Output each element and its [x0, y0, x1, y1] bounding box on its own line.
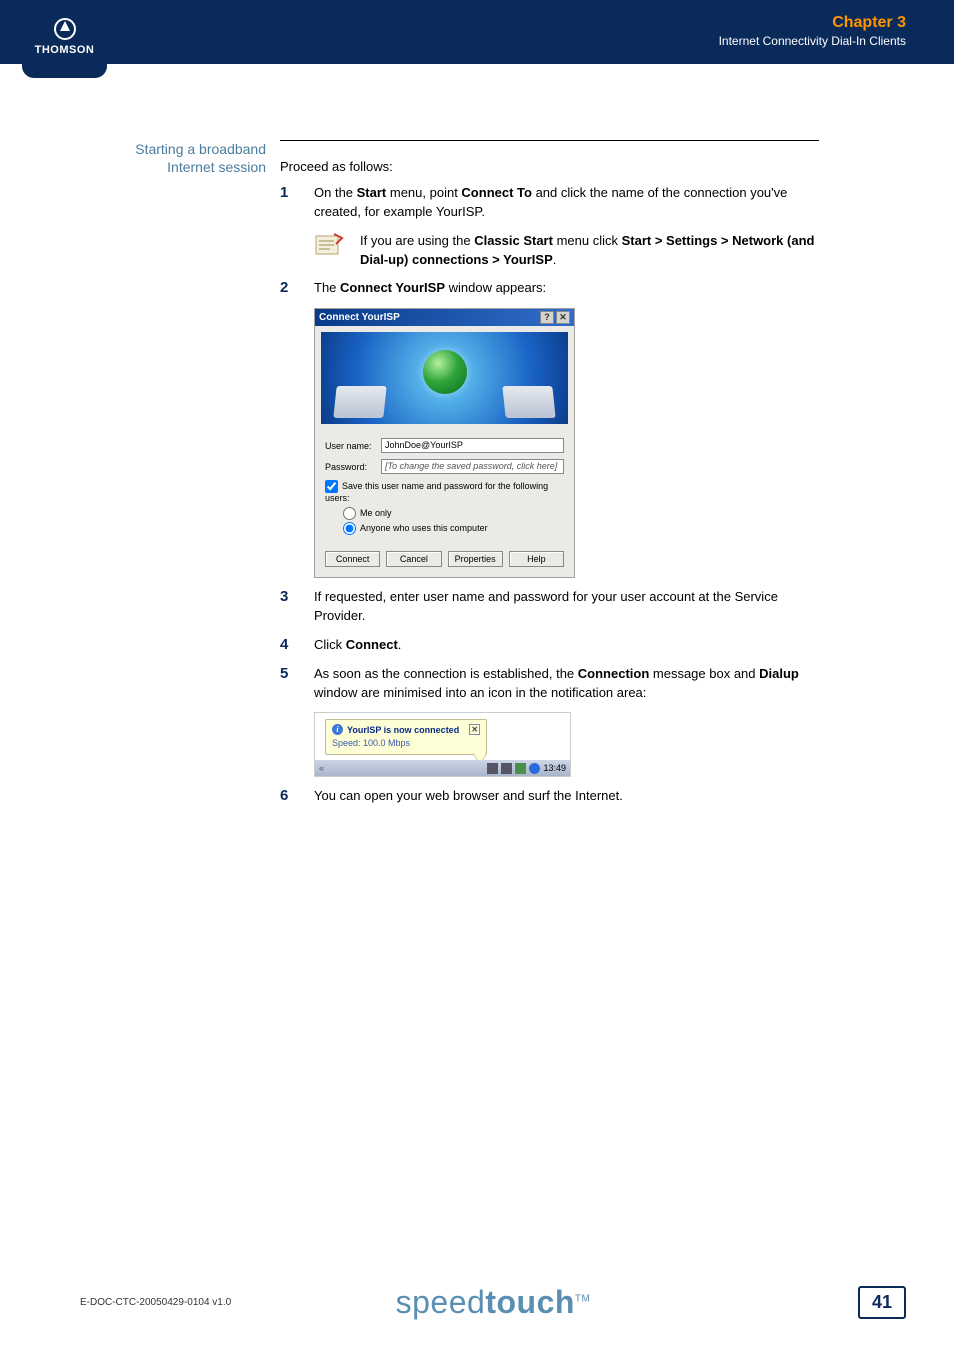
- tray-clock: 13:49: [543, 763, 566, 773]
- radio-any[interactable]: [343, 522, 356, 535]
- chapter-subtitle: Internet Connectivity Dial-In Clients: [719, 34, 906, 48]
- logo-icon: [54, 18, 76, 40]
- tray-expand-icon[interactable]: «: [319, 763, 324, 773]
- header-right: Chapter 3 Internet Connectivity Dial-In …: [719, 14, 906, 48]
- dialog-titlebar[interactable]: Connect YourISP ? ✕: [315, 309, 574, 326]
- save-credentials-checkbox[interactable]: Save this user name and password for the…: [325, 480, 564, 503]
- radio-me[interactable]: [343, 507, 356, 520]
- step-4: 4 Click Connect.: [280, 636, 819, 655]
- balloon-speed: Speed: 100.0 Mbps: [332, 738, 480, 748]
- taskbar: « 13:49: [315, 760, 570, 776]
- tray-icon[interactable]: [515, 763, 526, 774]
- chapter-label: Chapter 3: [719, 14, 906, 32]
- step-num-2: 2: [280, 279, 314, 298]
- username-input[interactable]: JohnDoe@YourISP: [381, 438, 564, 453]
- tray-icon[interactable]: [487, 763, 498, 774]
- radio-me-only[interactable]: Me only: [343, 507, 564, 520]
- page-header: THOMSON Chapter 3 Internet Connectivity …: [0, 0, 954, 90]
- page-number: 41: [858, 1286, 906, 1319]
- balloon-tooltip: i YourISP is now connected ✕ Speed: 100.…: [325, 719, 487, 755]
- step-6: 6 You can open your web browser and surf…: [280, 787, 819, 806]
- password-input[interactable]: [To change the saved password, click her…: [381, 459, 564, 474]
- step-num-1: 1: [280, 184, 314, 222]
- section-body: Proceed as follows: 1 On the Start menu,…: [280, 140, 819, 816]
- step-num-3: 3: [280, 588, 314, 626]
- radio-anyone[interactable]: Anyone who uses this computer: [343, 522, 564, 535]
- password-label: Password:: [325, 462, 381, 472]
- globe-icon: [423, 350, 467, 394]
- connect-button[interactable]: Connect: [325, 551, 380, 567]
- step-2: 2 The Connect YourISP window appears:: [280, 279, 819, 298]
- lead-text: Proceed as follows:: [280, 159, 819, 174]
- help-button[interactable]: Help: [509, 551, 564, 567]
- content-area: Starting a broadband Internet session Pr…: [80, 140, 819, 816]
- dialog-title: Connect YourISP: [319, 312, 400, 323]
- logo-text: THOMSON: [22, 44, 107, 56]
- username-label: User name:: [325, 441, 381, 451]
- info-icon: i: [332, 724, 343, 735]
- step-num-6: 6: [280, 787, 314, 806]
- step-num-4: 4: [280, 636, 314, 655]
- note-row: If you are using the Classic Start menu …: [314, 232, 819, 270]
- doc-id: E-DOC-CTC-20050429-0104 v1.0: [80, 1297, 231, 1308]
- step-6-text: You can open your web browser and surf t…: [314, 787, 819, 806]
- note-icon: [314, 232, 360, 270]
- connect-dialog: Connect YourISP ? ✕ User name: JohnDoe@Y…: [314, 308, 575, 578]
- help-icon[interactable]: ?: [540, 311, 554, 324]
- step-5: 5 As soon as the connection is establish…: [280, 665, 819, 703]
- page-footer: E-DOC-CTC-20050429-0104 v1.0 speedtouchT…: [80, 1286, 906, 1319]
- step-num-5: 5: [280, 665, 314, 703]
- thomson-logo: THOMSON: [22, 0, 107, 78]
- section-heading: Starting a broadband Internet session: [80, 140, 280, 816]
- cancel-button[interactable]: Cancel: [386, 551, 441, 567]
- tray-screenshot: i YourISP is now connected ✕ Speed: 100.…: [314, 712, 571, 777]
- balloon-title-text: YourISP is now connected: [347, 725, 459, 735]
- step-3: 3 If requested, enter user name and pass…: [280, 588, 819, 626]
- laptop-icon-left: [333, 386, 386, 418]
- tray-icon[interactable]: [501, 763, 512, 774]
- step-5-text: As soon as the connection is established…: [314, 665, 819, 703]
- properties-button[interactable]: Properties: [448, 551, 503, 567]
- tray-icon[interactable]: [529, 763, 540, 774]
- step-3-text: If requested, enter user name and passwo…: [314, 588, 819, 626]
- balloon-close-icon[interactable]: ✕: [469, 724, 480, 735]
- note-text: If you are using the Classic Start menu …: [360, 232, 819, 270]
- save-checkbox[interactable]: [325, 480, 338, 493]
- brand-logo: speedtouchTM: [396, 1284, 591, 1321]
- step-4-text: Click Connect.: [314, 636, 819, 655]
- step-1: 1 On the Start menu, point Connect To an…: [280, 184, 819, 222]
- dialog-hero-image: [321, 332, 568, 424]
- step-2-text: The Connect YourISP window appears:: [314, 279, 819, 298]
- laptop-icon-right: [502, 386, 555, 418]
- close-icon[interactable]: ✕: [556, 311, 570, 324]
- step-1-text: On the Start menu, point Connect To and …: [314, 184, 819, 222]
